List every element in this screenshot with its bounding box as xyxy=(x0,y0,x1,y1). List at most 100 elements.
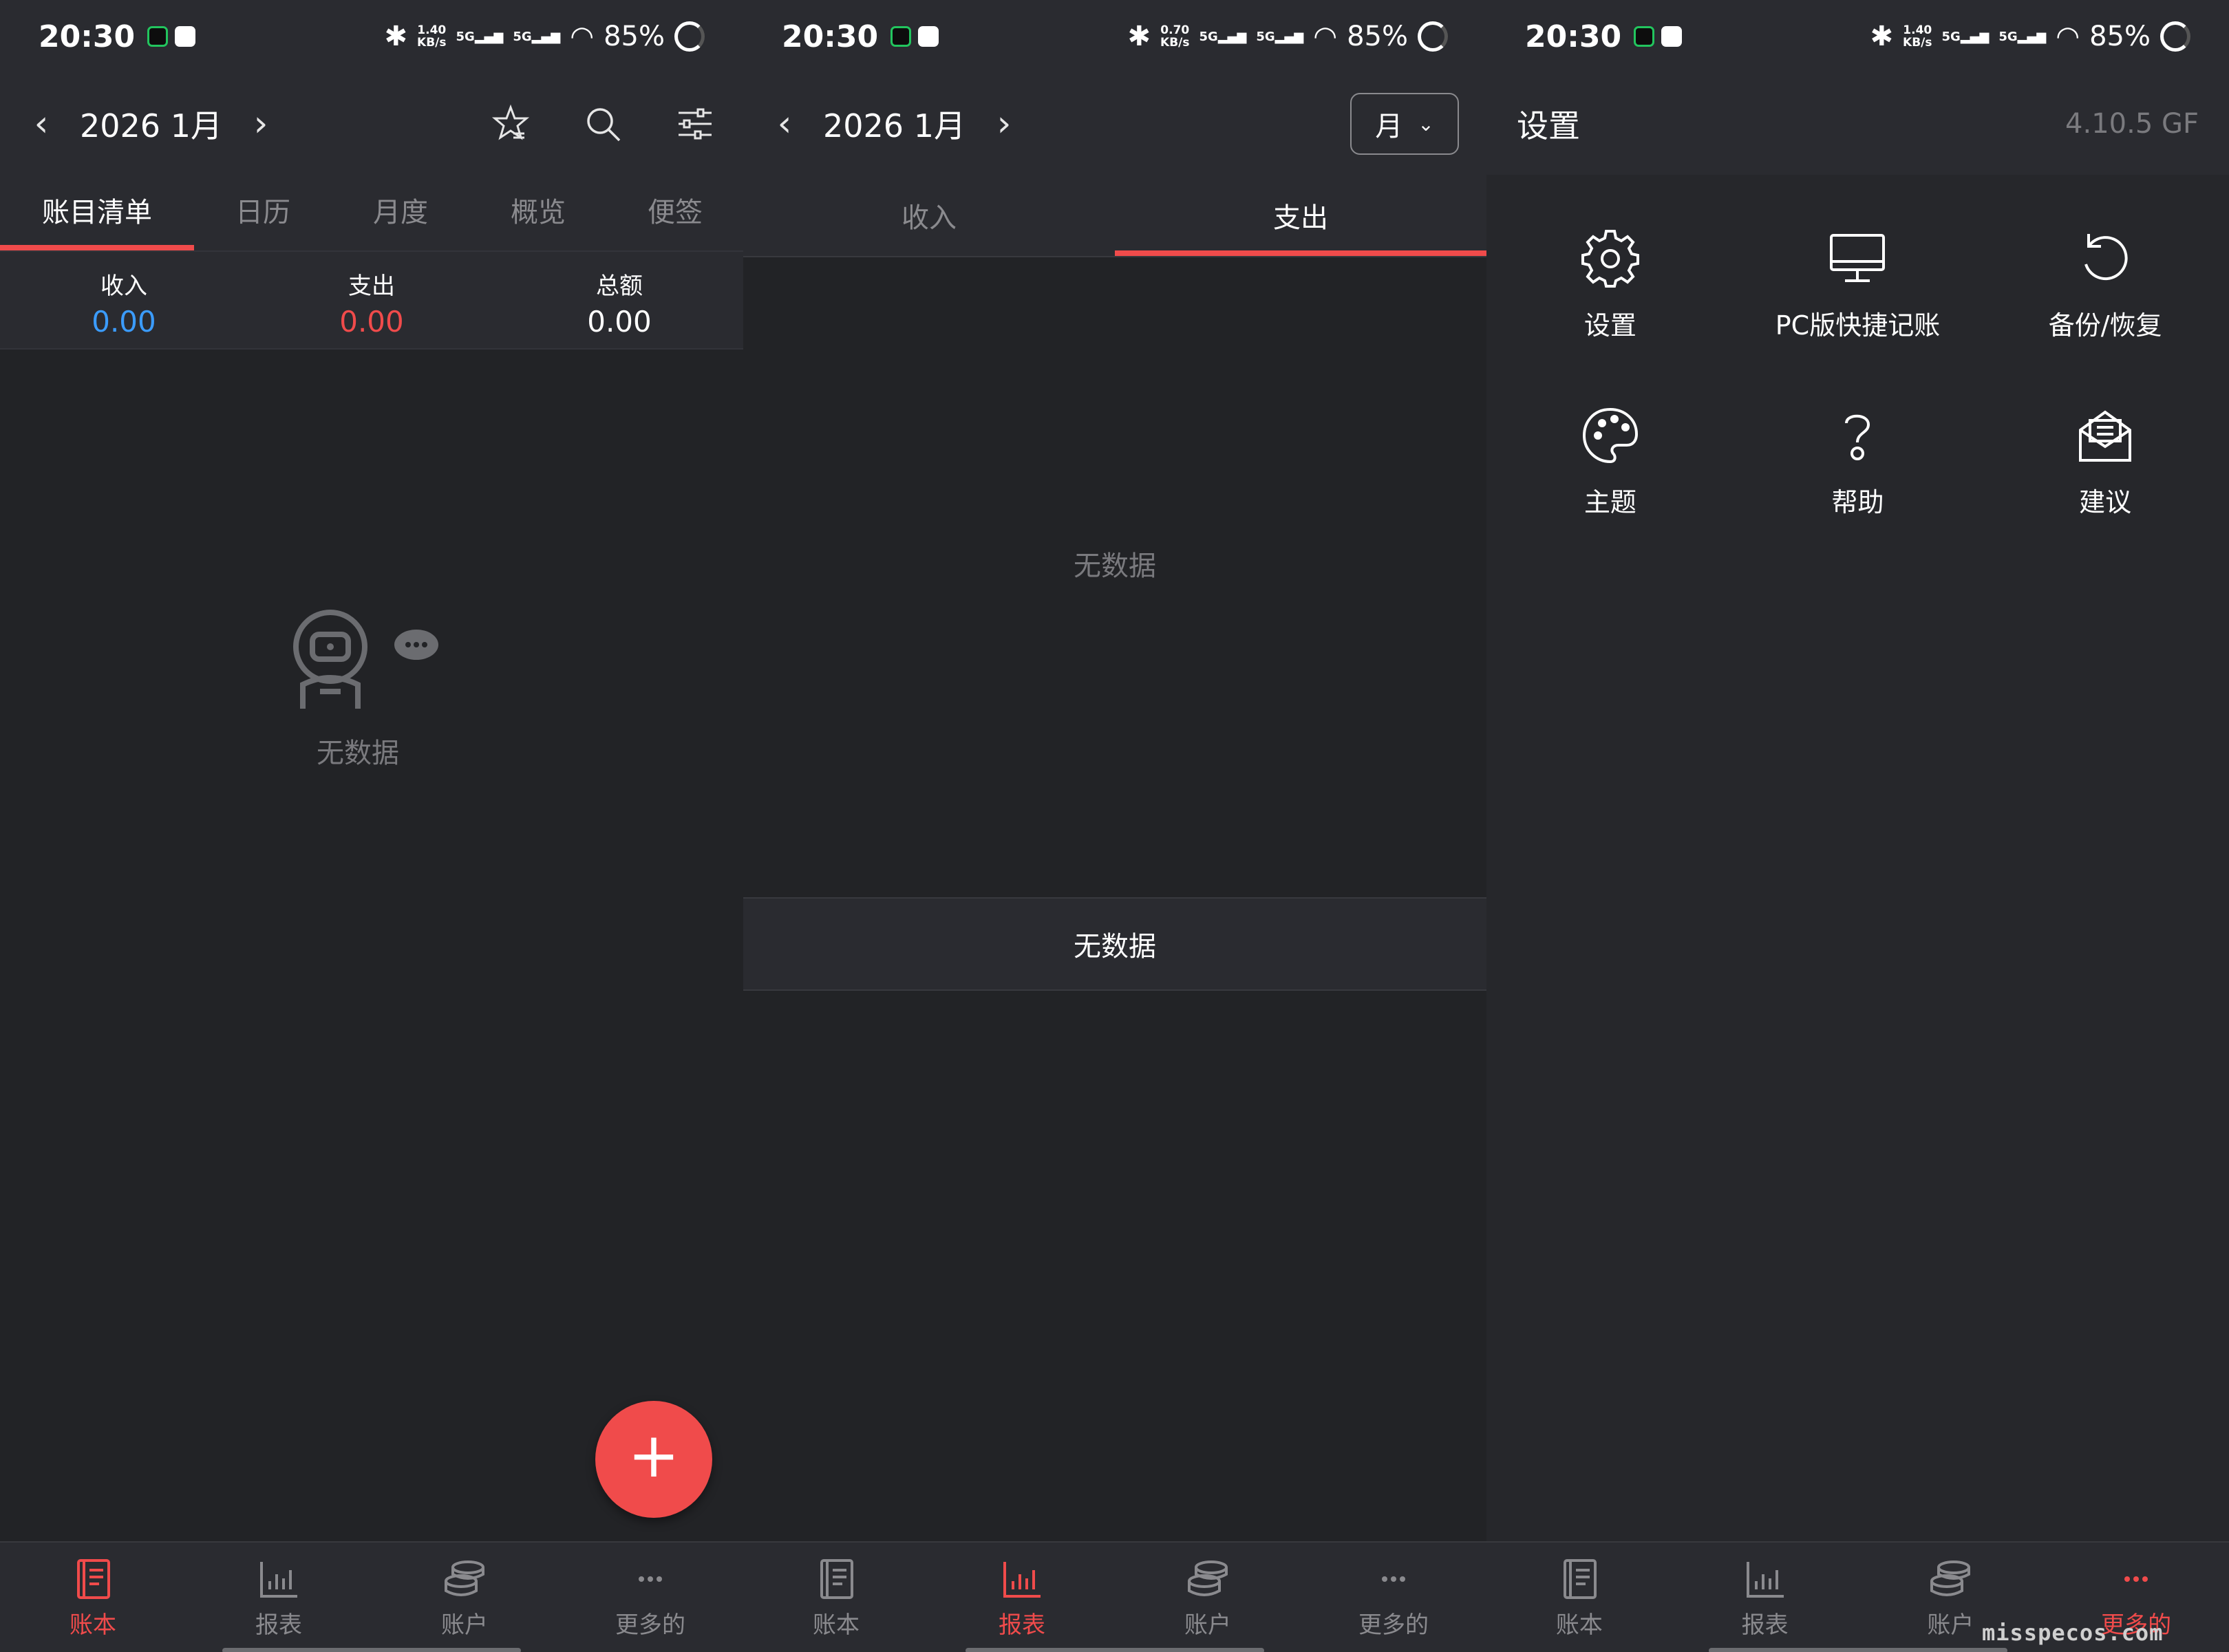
bottom-nav: 账本 报表 账户 更多的 xyxy=(0,1541,743,1652)
theme-item[interactable]: 主题 xyxy=(1486,404,1734,519)
monitor-icon xyxy=(1830,234,1886,282)
month-label[interactable]: 2026 1月 xyxy=(823,101,966,147)
wifi-icon: ◠ xyxy=(2056,21,2080,52)
expense-label: 支出 xyxy=(348,272,395,300)
feedback-label: 建议 xyxy=(2079,487,2132,517)
battery-percent: 85% xyxy=(1347,21,1408,52)
gallery-app-icon xyxy=(1661,26,1683,47)
settings-label: 设置 xyxy=(1583,310,1636,341)
month-label[interactable]: 2026 1月 xyxy=(80,101,222,147)
battery-icon xyxy=(2160,21,2190,52)
signal-1-icon: 5G▂▄▆ xyxy=(1941,29,1990,44)
wifi-icon: ◠ xyxy=(1313,21,1338,52)
help-icon xyxy=(1845,414,1870,460)
pc-quick-record-label: PC版快捷记账 xyxy=(1775,310,1941,341)
next-month-icon[interactable]: › xyxy=(247,103,275,144)
book-icon xyxy=(1563,1559,1597,1599)
signal-2-icon: 5G▂▄▆ xyxy=(513,29,561,44)
star-icon[interactable] xyxy=(490,103,531,144)
net-speed: 0.70 KB/s xyxy=(1160,23,1190,50)
tab-overview[interactable]: 概览 xyxy=(469,178,607,250)
nav-account-label: 账户 xyxy=(1184,1611,1231,1639)
nav-more[interactable]: 更多的 xyxy=(1301,1543,1486,1652)
nav-account-label: 账户 xyxy=(441,1611,488,1639)
empty-state: 无数据 xyxy=(0,605,743,771)
status-time: 20:30 xyxy=(1525,19,1622,54)
help-item[interactable]: 帮助 xyxy=(1734,404,1982,519)
more-dots-icon xyxy=(2124,1576,2148,1582)
net-speed: 1.40 KB/s xyxy=(1903,23,1932,50)
coins-icon xyxy=(1188,1560,1228,1596)
nav-report-label: 报表 xyxy=(255,1611,302,1639)
status-right: ✱ 1.40 KB/s 5G▂▄▆ 5G▂▄▆ ◠ 85% xyxy=(385,21,705,52)
nav-ledger[interactable]: 账本 xyxy=(743,1543,929,1652)
filter-icon[interactable] xyxy=(674,103,716,144)
nav-account[interactable]: 账户 xyxy=(1115,1543,1301,1652)
next-month-icon[interactable]: › xyxy=(990,103,1018,144)
settings-item[interactable]: 设置 xyxy=(1486,227,1734,342)
gallery-app-icon xyxy=(175,26,196,47)
status-bar: 20:30 ✱ 1.40 KB/s 5G▂▄▆ 5G▂▄▆ ◠ 85% xyxy=(1486,0,2229,73)
tab-income[interactable]: 收入 xyxy=(743,175,1115,256)
period-select[interactable]: 月 ⌄ xyxy=(1350,93,1459,155)
gear-icon xyxy=(1581,230,1639,288)
nav-account[interactable]: 账户 xyxy=(372,1543,557,1652)
wifi-icon: ◠ xyxy=(570,21,595,52)
expense-value: 0.00 xyxy=(339,305,404,339)
astronaut-icon xyxy=(293,610,438,709)
watermark: misspecos.com xyxy=(1982,1620,2164,1646)
list-empty-text: 无数据 xyxy=(1074,931,1156,963)
book-icon xyxy=(820,1559,853,1599)
bluetooth-icon: ✱ xyxy=(1127,21,1151,52)
home-indicator[interactable] xyxy=(222,1648,521,1652)
more-dots-icon xyxy=(1382,1576,1405,1582)
feature-grid: 设置 PC版快捷记账 备份/恢复 主题 帮助 建议 xyxy=(1486,227,2229,519)
add-record-button[interactable]: + xyxy=(595,1401,712,1518)
more-dots-icon xyxy=(639,1576,662,1582)
palette-icon xyxy=(1582,407,1638,464)
tab-list[interactable]: 账目清单 xyxy=(0,178,194,250)
status-time: 20:30 xyxy=(39,19,136,54)
ledger-screen: 20:30 ✱ 1.40 KB/s 5G▂▄▆ 5G▂▄▆ ◠ 85% ‹ 202… xyxy=(0,0,743,1652)
nav-ledger[interactable]: 账本 xyxy=(0,1543,186,1652)
music-app-icon xyxy=(890,26,912,47)
theme-label: 主题 xyxy=(1583,487,1636,517)
bottom-nav: 账本 报表 账户 更多的 xyxy=(743,1541,1486,1652)
ledger-tabs: 账目清单 日历 月度 概览 便签 xyxy=(0,175,743,250)
backup-restore-item[interactable]: 备份/恢复 xyxy=(1981,227,2229,342)
feedback-item[interactable]: 建议 xyxy=(1981,404,2229,519)
prev-month-icon[interactable]: ‹ xyxy=(771,103,798,144)
search-icon[interactable] xyxy=(582,103,623,144)
list-empty-bar: 无数据 xyxy=(743,897,1486,991)
nav-account-label: 账户 xyxy=(1927,1611,1974,1639)
screens: 20:30 ✱ 1.40 KB/s 5G▂▄▆ 5G▂▄▆ ◠ 85% ‹ 202… xyxy=(0,0,2229,1652)
coins-icon xyxy=(1930,1560,1971,1596)
nav-report[interactable]: 报表 xyxy=(1672,1543,1858,1652)
coins-icon xyxy=(445,1560,484,1596)
nav-more-label: 更多的 xyxy=(615,1611,685,1639)
status-bar: 20:30 ✱ 0.70 KB/s 5G▂▄▆ 5G▂▄▆ ◠ 85% xyxy=(743,0,1486,73)
nav-ledger-label: 账本 xyxy=(813,1611,860,1639)
tab-notes[interactable]: 便签 xyxy=(607,178,743,250)
chevron-down-icon: ⌄ xyxy=(1418,112,1434,136)
status-right: ✱ 0.70 KB/s 5G▂▄▆ 5G▂▄▆ ◠ 85% xyxy=(1128,21,1448,52)
empty-text: 无数据 xyxy=(317,738,399,769)
tab-calendar[interactable]: 日历 xyxy=(194,178,332,250)
home-indicator[interactable] xyxy=(1708,1648,2007,1652)
nav-report[interactable]: 报表 xyxy=(929,1543,1115,1652)
nav-ledger-label: 账本 xyxy=(70,1611,116,1639)
tab-expense[interactable]: 支出 xyxy=(1115,175,1486,256)
prev-month-icon[interactable]: ‹ xyxy=(28,103,55,144)
tab-monthly[interactable]: 月度 xyxy=(332,178,469,250)
battery-icon xyxy=(674,21,705,52)
income-value: 0.00 xyxy=(92,305,156,339)
pc-quick-record-item[interactable]: PC版快捷记账 xyxy=(1734,227,1982,342)
home-indicator[interactable] xyxy=(966,1648,1264,1652)
more-header: 设置 4.10.5 GF xyxy=(1486,73,2229,175)
nav-more[interactable]: 更多的 xyxy=(557,1543,743,1652)
nav-report[interactable]: 报表 xyxy=(186,1543,372,1652)
bluetooth-icon: ✱ xyxy=(384,21,408,52)
nav-ledger[interactable]: 账本 xyxy=(1486,1543,1672,1652)
signal-1-icon: 5G▂▄▆ xyxy=(1199,29,1247,44)
chart-empty-text: 无数据 xyxy=(1074,550,1156,582)
